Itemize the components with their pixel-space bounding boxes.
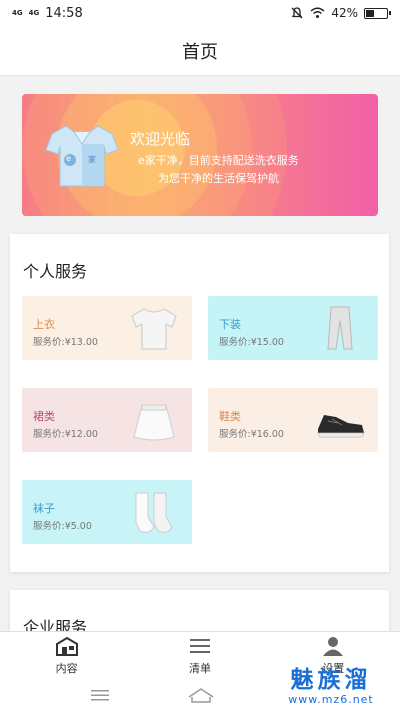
- home-icon[interactable]: [187, 685, 215, 705]
- sneaker-icon: [317, 415, 365, 438]
- list-icon: [189, 639, 210, 653]
- user-icon: [323, 637, 344, 656]
- watermark: 魅族溜 www.mz6.net: [262, 667, 400, 711]
- service-price: 服务价:¥12.00: [33, 429, 98, 440]
- status-bar: 4G 4G 14:58 42%: [0, 0, 400, 26]
- personal-services-title: 个人服务: [23, 262, 88, 281]
- shirt-logo-e: e: [66, 154, 71, 163]
- trousers-icon: [327, 306, 353, 350]
- clock: 14:58: [45, 5, 83, 21]
- service-skirts[interactable]: 裙类 服务价:¥12.00: [22, 388, 192, 452]
- service-shoes[interactable]: 鞋类 服务价:¥16.00: [208, 388, 378, 452]
- service-price: 服务价:¥16.00: [219, 429, 284, 440]
- home-store-icon: [55, 636, 78, 656]
- skirt-icon: [133, 404, 175, 441]
- watermark-title: 魅族溜: [290, 667, 372, 693]
- welcome-banner[interactable]: e 家 欢迎光临 e家干净，目前支持配送洗衣服务 为您干净的生活保驾护航: [22, 94, 378, 216]
- tab-label: 内容: [55, 662, 78, 675]
- wifi-icon: [310, 7, 325, 18]
- shirt-illustration: [45, 125, 119, 187]
- main-content[interactable]: e 家 欢迎光临 e家干净，目前支持配送洗衣服务 为您干净的生活保驾护航 个人服…: [0, 76, 400, 631]
- page-title: 首页: [182, 41, 218, 63]
- service-price: 服务价:¥13.00: [33, 337, 98, 348]
- battery-icon: [364, 7, 391, 19]
- menu-icon[interactable]: [90, 687, 110, 703]
- service-tops[interactable]: 上衣 服务价:¥13.00: [22, 296, 192, 360]
- enterprise-services-card: 企业服务: [10, 590, 389, 631]
- battery-percent: 42%: [331, 6, 358, 20]
- enterprise-services-title: 企业服务: [23, 618, 88, 631]
- watermark-url: www.mz6.net: [288, 693, 374, 706]
- tab-list[interactable]: 清单: [133, 632, 266, 679]
- tshirt-icon: [131, 308, 177, 350]
- service-name: 下装: [219, 318, 241, 331]
- service-name: 袜子: [33, 502, 55, 515]
- personal-services-card: 个人服务 上衣 服务价:¥13.00 下装 服务价:¥15.00 裙类 服务价:…: [10, 234, 389, 572]
- tab-content[interactable]: 内容: [0, 632, 133, 679]
- service-price: 服务价:¥15.00: [219, 337, 284, 348]
- signal-4g-icon: 4G: [12, 8, 23, 17]
- signal-4g-icon: 4G: [28, 8, 40, 17]
- header: 首页: [0, 26, 400, 76]
- banner-line2: 为您干净的生活保驾护航: [158, 172, 279, 185]
- service-name: 裙类: [33, 410, 55, 423]
- tab-label: 清单: [188, 662, 211, 675]
- service-name: 鞋类: [219, 410, 241, 423]
- service-price: 服务价:¥5.00: [33, 521, 92, 532]
- service-bottoms[interactable]: 下装 服务价:¥15.00: [208, 296, 378, 360]
- banner-line1: e家干净，目前支持配送洗衣服务: [138, 154, 299, 167]
- shirt-logo-jia: 家: [88, 155, 96, 164]
- service-name: 上衣: [33, 318, 55, 331]
- service-socks[interactable]: 袜子 服务价:¥5.00: [22, 480, 192, 544]
- socks-icon: [135, 492, 173, 533]
- banner-welcome: 欢迎光临: [130, 130, 191, 148]
- mute-icon: [291, 7, 303, 19]
